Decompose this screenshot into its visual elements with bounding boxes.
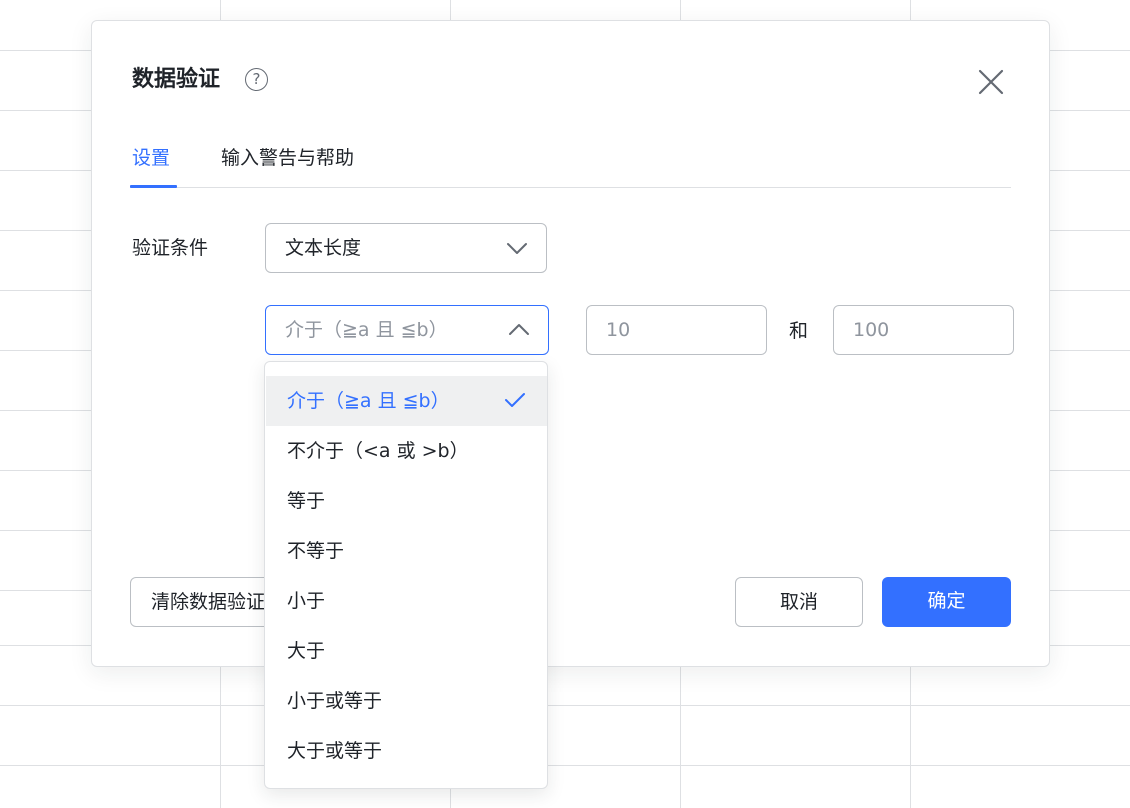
- menu-item-label: 介于（≧a 且 ≦b）: [287, 390, 450, 412]
- menu-item-not-equal[interactable]: 不等于: [266, 526, 547, 576]
- menu-item-greater-than[interactable]: 大于: [266, 626, 547, 676]
- active-tab-indicator: [130, 185, 177, 188]
- menu-item-between[interactable]: 介于（≧a 且 ≦b）: [266, 376, 547, 426]
- dialog-title: 数据验证: [132, 67, 221, 92]
- menu-item-less-than[interactable]: 小于: [266, 576, 547, 626]
- tab-input-warning-help[interactable]: 输入警告与帮助: [221, 145, 354, 171]
- operator-value: 介于（≧a 且 ≦b）: [285, 319, 448, 341]
- operator-select[interactable]: 介于（≧a 且 ≦b）: [265, 305, 549, 355]
- close-icon[interactable]: [976, 67, 1006, 97]
- menu-item-equal[interactable]: 等于: [266, 476, 547, 526]
- menu-item-not-between[interactable]: 不介于（<a 或 >b）: [266, 426, 547, 476]
- value-a-input[interactable]: 10: [586, 305, 767, 355]
- question-circle-icon[interactable]: ?: [245, 68, 268, 91]
- condition-type-select[interactable]: 文本长度: [265, 223, 547, 273]
- chevron-up-icon: [509, 324, 529, 335]
- check-icon: [505, 393, 525, 407]
- cancel-button[interactable]: 取消: [735, 577, 863, 627]
- ok-button[interactable]: 确定: [882, 577, 1011, 627]
- data-validation-dialog: 数据验证 ? 设置 输入警告与帮助 验证条件 文本长度 介于（≧a 且 ≦b） …: [91, 20, 1050, 667]
- tab-settings[interactable]: 设置: [132, 145, 170, 171]
- validation-condition-label: 验证条件: [132, 237, 209, 259]
- condition-type-value: 文本长度: [285, 237, 362, 259]
- operator-dropdown-menu: 介于（≧a 且 ≦b） 不介于（<a 或 >b） 等于 不等于 小于 大于 小于…: [264, 361, 548, 789]
- and-label: 和: [789, 320, 809, 342]
- value-b-input[interactable]: 100: [833, 305, 1014, 355]
- menu-item-less-or-equal[interactable]: 小于或等于: [266, 676, 547, 726]
- tab-divider: [130, 187, 1011, 188]
- menu-item-greater-or-equal[interactable]: 大于或等于: [266, 726, 547, 776]
- chevron-down-icon: [507, 243, 527, 254]
